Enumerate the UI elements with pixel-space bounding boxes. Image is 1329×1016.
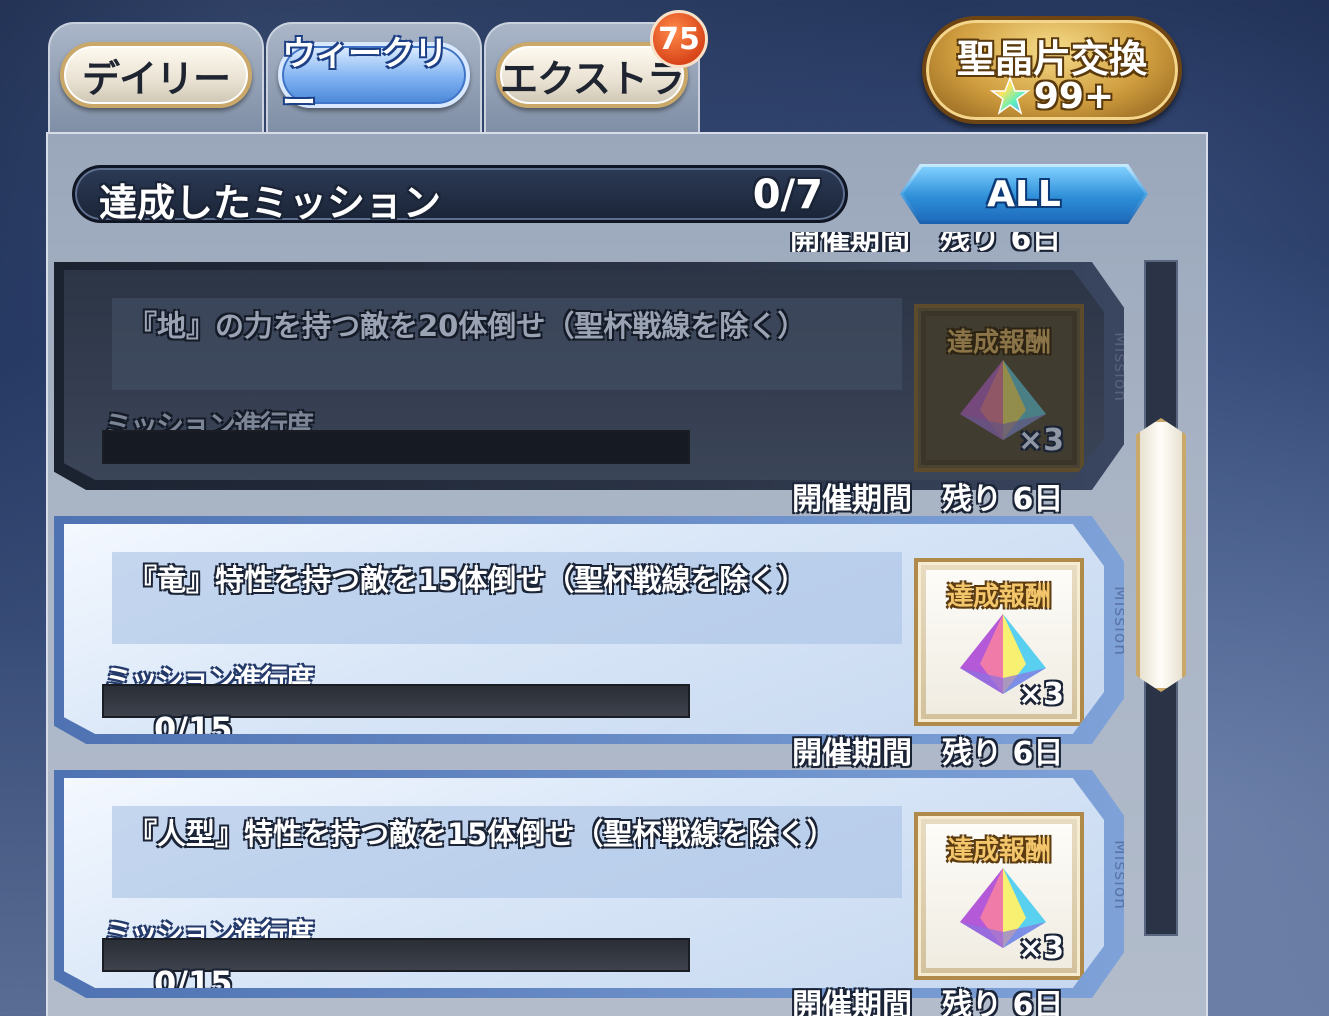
partial-period-text: 開催期間 残り 6日: [790, 232, 1062, 252]
exchange-count: 99+: [1033, 76, 1115, 117]
extra-tab-badge: 75: [650, 10, 708, 68]
reward-title: 達成報酬: [946, 836, 1051, 866]
filter-all-button[interactable]: ALL: [900, 164, 1148, 224]
tab-daily-label: デイリー: [60, 42, 252, 108]
mission-description: 『地』の力を持つ敵を20体倒せ（聖杯戦線を除く）: [128, 309, 807, 343]
scrollbar-thumb[interactable]: [1136, 418, 1186, 692]
filter-all-label: ALL: [987, 173, 1061, 215]
mission-progress-text: 0/15: [154, 964, 233, 1002]
tab-weekly-label: ウィークリー: [278, 34, 470, 123]
reward-quantity: ×3: [1017, 931, 1064, 966]
mission-reward: 達成報酬 ×3: [914, 304, 1084, 472]
mission-card[interactable]: 『人型』特性を持つ敵を15体倒せ（聖杯戦線を除く） ミッション進行度 0/15 …: [54, 770, 1124, 998]
exchange-label: 聖晶片交換: [956, 37, 1147, 81]
quartz-fragment-exchange-button[interactable]: 聖晶片交換 99+: [922, 16, 1182, 124]
reward-title: 達成報酬: [946, 328, 1051, 358]
reward-title: 達成報酬: [946, 582, 1051, 612]
tab-daily[interactable]: デイリー: [48, 22, 264, 134]
mission-period: 開催期間 残り 6日: [792, 736, 1064, 771]
mission-period: 開催期間 残り 6日: [792, 482, 1064, 517]
saint-quartz-fragment-icon: [989, 76, 1030, 115]
mission-card[interactable]: 『竜』特性を持つ敵を15体倒せ（聖杯戦線を除く） ミッション進行度 0/15 達…: [54, 516, 1124, 744]
achieved-missions-count: 0/7: [752, 172, 823, 218]
tab-weekly[interactable]: ウィークリー: [266, 22, 482, 134]
reward-quantity: ×3: [1017, 677, 1064, 712]
mission-description: 『竜』特性を持つ敵を15体倒せ（聖杯戦線を除く）: [128, 563, 807, 597]
exchange-count-row: 99+: [926, 76, 1178, 117]
mission-progress-bar: [102, 430, 690, 464]
mission-reward: 達成報酬 ×3: [914, 558, 1084, 726]
achieved-missions-summary: 達成したミッション 0/7: [72, 165, 848, 225]
achieved-missions-label: 達成したミッション: [99, 181, 442, 225]
mission-description: 『人型』特性を持つ敵を15体倒せ（聖杯戦線を除く）: [128, 817, 836, 851]
reward-quantity: ×3: [1017, 423, 1064, 458]
mission-card[interactable]: 『地』の力を持つ敵を20体倒せ（聖杯戦線を除く） ミッション進行度 達成報酬 ×…: [54, 262, 1124, 490]
mission-progress-text: 0/15: [154, 710, 233, 748]
mission-reward: 達成報酬 ×3: [914, 812, 1084, 980]
mission-period: 開催期間 残り 6日: [792, 988, 1064, 1016]
